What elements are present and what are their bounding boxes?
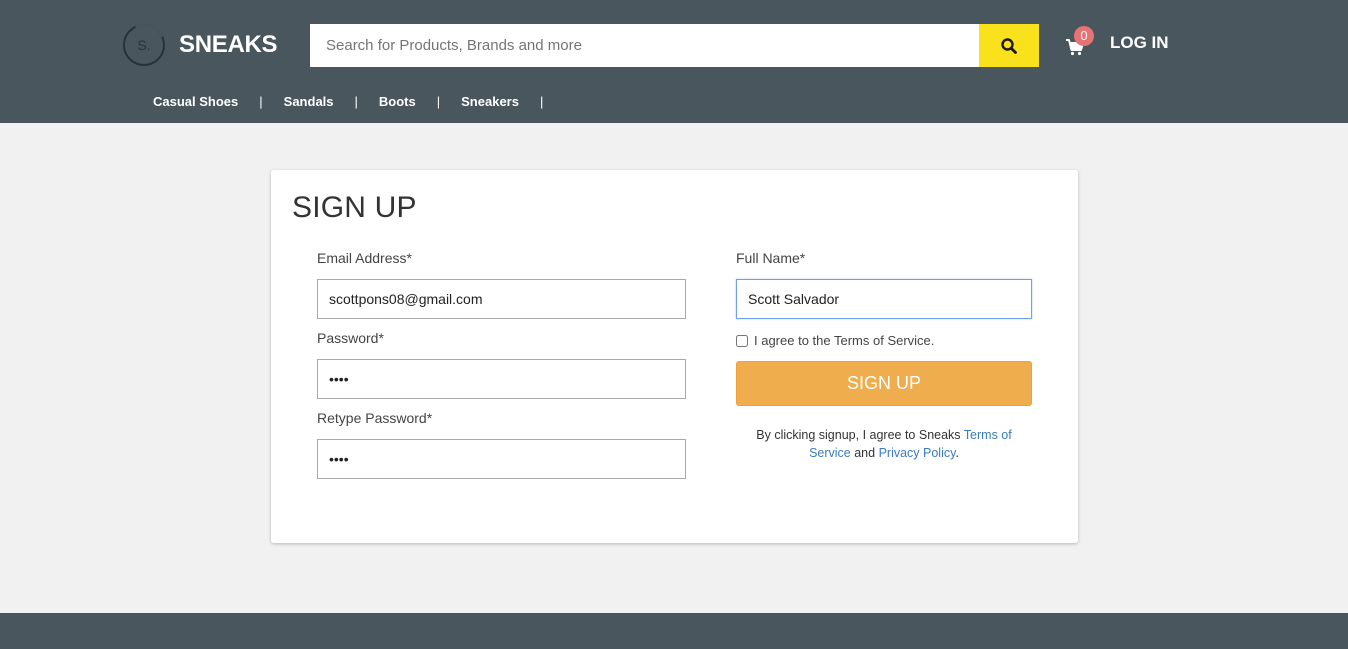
search-icon	[1001, 37, 1017, 54]
terms-checkbox-label: I agree to the Terms of Service.	[754, 333, 935, 348]
legal-prefix: By clicking signup, I agree to Sneaks	[756, 428, 964, 442]
nav-item-casual-shoes[interactable]: Casual Shoes	[153, 94, 238, 109]
nav-separator: |	[259, 94, 263, 109]
login-link[interactable]: LOG IN	[1110, 33, 1169, 53]
nav-item-boots[interactable]: Boots	[379, 94, 416, 109]
nav-separator: |	[354, 94, 358, 109]
nav-separator: |	[539, 94, 544, 109]
password-label: Password*	[317, 330, 384, 346]
retype-password-field[interactable]	[317, 439, 686, 479]
category-nav: Casual Shoes | Sandals | Boots | Sneaker…	[153, 94, 564, 109]
email-field[interactable]	[317, 279, 686, 319]
legal-and: and	[850, 446, 879, 460]
search-input[interactable]	[310, 24, 979, 67]
cart-count-badge: 0	[1074, 26, 1094, 46]
signup-button[interactable]: SIGN UP	[736, 361, 1032, 406]
brand-name[interactable]: SNEAKS	[179, 31, 278, 59]
retype-password-label: Retype Password*	[317, 410, 433, 426]
site-header: S. SNEAKS 0 LOG IN Casual Shoes | Sandal…	[0, 0, 1348, 123]
terms-checkbox[interactable]	[736, 334, 748, 347]
logo-icon[interactable]: S.	[123, 24, 165, 66]
search-button[interactable]	[979, 24, 1039, 67]
email-label: Email Address*	[317, 250, 412, 266]
full-name-field[interactable]	[736, 279, 1032, 319]
full-name-label: Full Name*	[736, 250, 806, 266]
legal-notice: By clicking signup, I agree to Sneaks Te…	[736, 426, 1032, 462]
signup-card: SIGN UP Email Address* Password* Retype …	[271, 170, 1078, 543]
logo-letter: S.	[137, 37, 151, 53]
privacy-policy-link[interactable]: Privacy Policy	[879, 446, 956, 460]
nav-separator: |	[436, 94, 441, 109]
terms-agreement[interactable]: I agree to the Terms of Service.	[736, 333, 934, 348]
password-field[interactable]	[317, 359, 686, 399]
page-title: SIGN UP	[292, 191, 417, 224]
nav-item-sneakers[interactable]: Sneakers	[461, 94, 519, 109]
site-footer	[0, 613, 1348, 649]
legal-suffix: .	[955, 446, 959, 460]
nav-item-sandals[interactable]: Sandals	[284, 94, 334, 109]
